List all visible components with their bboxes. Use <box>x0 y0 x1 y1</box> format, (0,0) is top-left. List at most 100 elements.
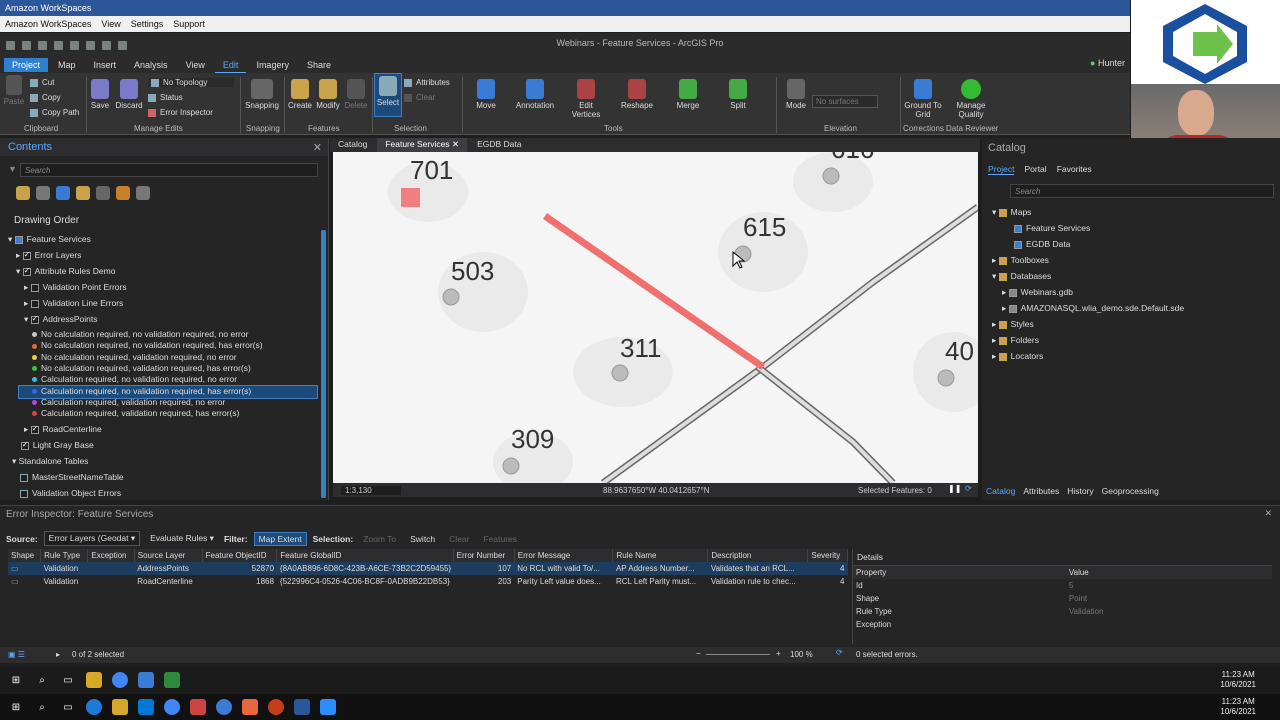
address-points-checkbox[interactable] <box>30 314 39 324</box>
file-explorer-icon[interactable] <box>86 672 102 688</box>
table-row[interactable]: ▭ Validation RoadCenterline 1868 {522996C4-0… <box>8 575 848 588</box>
zoom-app-icon[interactable] <box>320 699 336 715</box>
menu-settings[interactable]: Settings <box>131 19 164 29</box>
surface-dropdown[interactable]: No surfaces <box>812 95 878 108</box>
catalog-search-input[interactable]: Search <box>1010 184 1274 198</box>
details-tab[interactable]: Details <box>853 549 1272 566</box>
cut-button[interactable]: Cut <box>30 78 54 87</box>
address-point[interactable] <box>502 457 520 475</box>
error-inspector-button[interactable]: Error Inspector <box>148 108 213 117</box>
map-extent-button[interactable]: Map Extent <box>253 531 307 546</box>
tab-imagery[interactable]: Imagery <box>248 58 297 72</box>
column-header[interactable]: Rule Name <box>612 549 709 562</box>
play-icon[interactable]: ▸ <box>56 650 60 659</box>
column-header[interactable]: Exception <box>87 549 135 562</box>
table-row[interactable]: ▭ Validation AddressPoints 52870 {8A0AB896-6… <box>8 562 848 575</box>
menu-view[interactable]: View <box>101 19 120 29</box>
column-header[interactable]: Error Message <box>514 549 614 562</box>
column-header[interactable]: Source Layer <box>134 549 203 562</box>
discard-edits-button[interactable]: Discard <box>114 77 144 110</box>
zoom-in-icon[interactable]: + <box>776 649 781 658</box>
move-button[interactable]: Move <box>466 77 506 110</box>
tab-feature-services-map[interactable]: Feature Services ✕ <box>377 138 468 152</box>
close-icon[interactable]: ✕ <box>1264 508 1272 519</box>
catalog-styles[interactable]: ▸ Styles <box>992 319 1034 330</box>
attribute-rules-demo-checkbox[interactable] <box>22 266 31 276</box>
powerpoint-icon[interactable] <box>268 699 284 715</box>
workspaces-icon[interactable] <box>216 699 232 715</box>
filter-icon[interactable]: ▼ <box>8 164 17 174</box>
menu-workspaces[interactable]: Amazon WorkSpaces <box>5 19 91 29</box>
merge-button[interactable]: Merge <box>668 77 708 110</box>
snapping-button[interactable]: Snapping <box>242 77 282 110</box>
signed-in-user[interactable]: ● Hunter <box>1090 58 1125 68</box>
catalog-maps[interactable]: ▾ Maps <box>992 207 1031 218</box>
address-point[interactable] <box>822 167 840 185</box>
error-point-marker[interactable] <box>401 188 420 207</box>
attributes-button[interactable]: Attributes <box>404 78 450 87</box>
search-icon[interactable]: ⌕ <box>34 699 50 715</box>
clear-selection-button[interactable]: Clear <box>404 93 435 102</box>
scale-selector[interactable]: 1:3,130 <box>341 486 401 495</box>
map-view[interactable]: 701 615 503 311 309 40 616 <box>333 152 978 483</box>
search-icon[interactable]: ⌕ <box>34 672 50 688</box>
source-dropdown[interactable]: Error Layers (Geodat ▾ <box>43 531 141 546</box>
elevation-mode-button[interactable]: Mode <box>778 77 814 110</box>
reshape-button[interactable]: Reshape <box>617 77 657 110</box>
table-validation-object-errors[interactable]: Validation Object Errors <box>20 488 121 498</box>
column-header[interactable]: Rule Type <box>40 549 89 562</box>
refresh-icon[interactable]: ⟳ <box>836 648 843 657</box>
column-header[interactable]: Error Number <box>453 549 515 562</box>
catalog-toolboxes[interactable]: ▸ Toolboxes <box>992 255 1049 266</box>
tab-share[interactable]: Share <box>299 58 339 72</box>
annotation-button[interactable]: Annotation <box>512 77 558 110</box>
validation-line-errors-checkbox[interactable] <box>30 299 39 308</box>
copy-path-button[interactable]: Copy Path <box>30 108 79 117</box>
coordinates-readout[interactable]: 88.9637650°W 40.0412657°N <box>603 486 709 495</box>
select-button[interactable]: Select <box>374 73 402 117</box>
validation-point-errors-checkbox[interactable] <box>30 283 39 292</box>
edit-vertices-button[interactable]: Edit Vertices <box>566 77 606 119</box>
contents-search-input[interactable]: Search <box>20 163 318 177</box>
zoom-slider[interactable] <box>706 654 770 655</box>
address-point[interactable] <box>937 369 955 387</box>
zoom-out-icon[interactable]: − <box>696 649 701 658</box>
chrome-icon[interactable] <box>164 699 180 715</box>
list-by-perspective-icon[interactable] <box>136 186 150 200</box>
close-icon[interactable]: ✕ <box>313 141 322 154</box>
list-by-drawing-order-icon[interactable] <box>16 186 30 200</box>
clear-button[interactable]: Clear <box>445 533 473 545</box>
list-by-editing-icon[interactable] <box>76 186 90 200</box>
tab-view[interactable]: View <box>178 58 213 72</box>
list-by-source-icon[interactable] <box>36 186 50 200</box>
catalog-map-feature-services[interactable]: Feature Services <box>1014 223 1090 233</box>
show-all-icon[interactable]: ▣ ☰ <box>8 650 25 659</box>
table-master-street[interactable]: MasterStreetNameTable <box>20 472 124 482</box>
tab-catalog-view[interactable]: Catalog <box>330 138 375 152</box>
light-gray-base-checkbox[interactable] <box>20 440 29 450</box>
column-header[interactable]: Shape <box>8 549 42 562</box>
split-button[interactable]: Split <box>718 77 758 110</box>
task-view-icon[interactable]: ▭ <box>60 672 76 688</box>
evaluate-rules-button[interactable]: Evaluate Rules ▾ <box>146 532 218 545</box>
app-icon[interactable] <box>190 699 206 715</box>
layer-error-layers[interactable]: ▸ Error Layers <box>16 250 81 261</box>
layer-validation-line-errors[interactable]: ▸ Validation Line Errors <box>24 298 123 309</box>
catalog-webinars-gdb[interactable]: ▸ Webinars.gdb <box>1002 287 1073 298</box>
dock-tab-attributes[interactable]: Attributes <box>1023 486 1059 498</box>
column-header[interactable]: Feature GlobalID <box>276 549 454 562</box>
catalog-databases[interactable]: ▾ Databases <box>992 271 1051 282</box>
ground-to-grid-button[interactable]: Ground To Grid <box>902 77 944 119</box>
column-header[interactable]: Description <box>707 549 809 562</box>
create-button[interactable]: Create <box>286 77 314 110</box>
chrome-icon[interactable] <box>112 672 128 688</box>
map-feature-services[interactable]: ▾ Feature Services <box>8 234 91 245</box>
arcgis-pro-icon[interactable] <box>138 672 154 688</box>
dock-tab-catalog[interactable]: Catalog <box>986 486 1015 498</box>
zoom-to-button[interactable]: Zoom To <box>359 533 400 545</box>
catalog-tab-favorites[interactable]: Favorites <box>1057 164 1092 175</box>
address-point[interactable] <box>442 288 460 306</box>
layer-validation-point-errors[interactable]: ▸ Validation Point Errors <box>24 282 127 293</box>
features-button[interactable]: Features <box>479 533 521 545</box>
catalog-tab-portal[interactable]: Portal <box>1024 164 1046 175</box>
